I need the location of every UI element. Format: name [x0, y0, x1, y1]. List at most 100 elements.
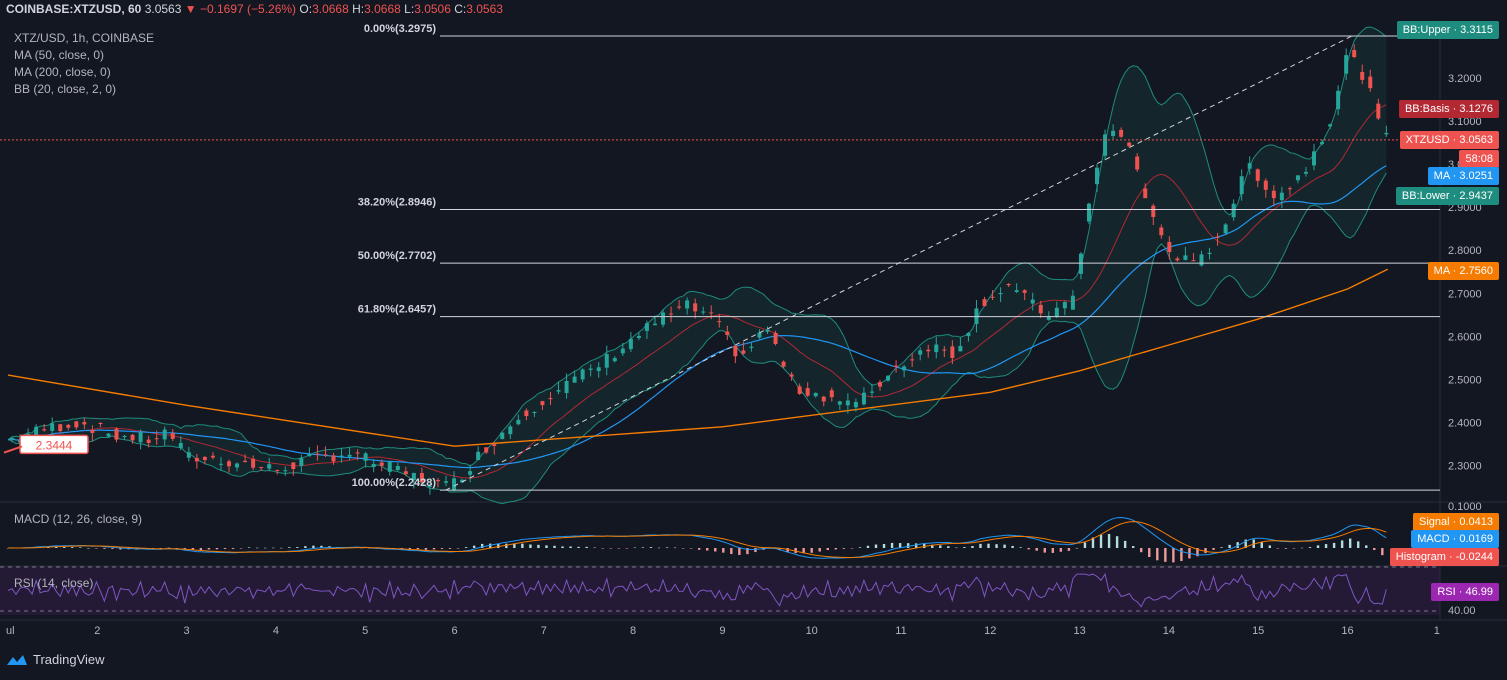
- time-axis-tick: 8: [630, 625, 636, 637]
- candle-body: [524, 410, 529, 417]
- macd-histogram-bar: [955, 547, 958, 549]
- rsi-legend[interactable]: RSI (14, close): [14, 576, 93, 590]
- candle-body: [1295, 175, 1300, 181]
- macd-histogram-bar: [826, 548, 829, 551]
- macd-histogram-bar: [231, 548, 235, 549]
- candle-body: [138, 432, 143, 443]
- macd-histogram-bar: [223, 548, 227, 549]
- macd-histogram-bar: [818, 548, 821, 552]
- symbol-header: COINBASE:XTZUSD, 60 3.0563 ▼ −0.1697 (−5…: [0, 0, 1507, 20]
- time-axis-tick: 12: [984, 625, 996, 637]
- histogram-tag: Histogram · -0.0244: [1389, 548, 1499, 566]
- macd-histogram-bar: [1156, 548, 1159, 561]
- macd-histogram-bar: [312, 545, 315, 548]
- candle-body: [781, 361, 786, 367]
- macd-histogram-bar: [995, 544, 998, 548]
- candle-body: [1303, 171, 1308, 174]
- macd-histogram-bar: [842, 548, 846, 549]
- candle-body: [652, 323, 657, 326]
- candle-body: [275, 469, 280, 471]
- macd-histogram-bar: [1011, 545, 1014, 548]
- macd-histogram-bar: [617, 548, 621, 549]
- macd-histogram-bar: [1308, 547, 1312, 548]
- candle-body: [1247, 163, 1252, 169]
- macd-histogram-bar: [263, 547, 267, 549]
- macd-histogram-bar: [537, 544, 540, 548]
- candle-body: [797, 386, 802, 394]
- macd-histogram-bar: [633, 547, 637, 549]
- fib-level-label: 61.80%(2.6457): [358, 304, 437, 316]
- candle-body: [1255, 169, 1260, 181]
- macd-histogram-bar: [79, 547, 82, 548]
- candle-body: [1344, 55, 1349, 74]
- macd-histogram-bar: [649, 547, 653, 548]
- price-axis-tick: 3.2000: [1448, 73, 1482, 85]
- macd-histogram-bar: [866, 545, 870, 548]
- candle-body: [1320, 142, 1325, 144]
- macd-histogram-bar: [255, 547, 259, 549]
- candle-body: [1127, 142, 1132, 147]
- macd-histogram-bar: [1099, 534, 1103, 548]
- macd-histogram-bar: [810, 548, 813, 553]
- fib-level-label: 0.00%(3.2975): [364, 23, 436, 35]
- candle-body: [717, 321, 722, 323]
- down-arrow-icon: ▼: [184, 2, 197, 16]
- candle-body: [331, 455, 336, 462]
- macd-histogram-bar: [947, 546, 950, 548]
- macd-histogram-bar: [529, 544, 532, 548]
- candle-body: [1078, 253, 1083, 274]
- macd-axis-tick: 0.1000: [1448, 501, 1482, 513]
- candle-body: [1223, 224, 1228, 234]
- candle-body: [757, 332, 762, 338]
- tradingview-logo[interactable]: TradingView: [6, 652, 105, 667]
- candle-body: [283, 470, 288, 472]
- high-label: H:: [352, 2, 365, 16]
- macd-histogram-bar: [689, 548, 693, 549]
- candle-body: [540, 401, 545, 406]
- price-chart[interactable]: 0.00%(3.2975) 38.20%(2.8946) 50.00%(2.7702…: [0, 0, 1507, 680]
- time-axis-tick: 4: [273, 625, 279, 637]
- candle-body: [379, 462, 384, 466]
- candle-body: [1006, 283, 1011, 286]
- macd-histogram-bar: [697, 548, 701, 550]
- rsi-axis-tick: 40.00: [1448, 605, 1476, 617]
- candle-body: [532, 412, 537, 414]
- legend-ma50[interactable]: MA (50, close, 0): [14, 47, 154, 64]
- branding-text: TradingView: [33, 652, 105, 667]
- candle-body: [1014, 290, 1019, 292]
- candle-body: [50, 423, 55, 431]
- candle-body: [1086, 203, 1091, 222]
- candle-body: [194, 457, 199, 462]
- candle-body: [661, 312, 666, 325]
- candle-body: [154, 438, 159, 440]
- candle-body: [1175, 258, 1180, 261]
- candle-body: [243, 460, 248, 463]
- macd-histogram-bar: [1140, 548, 1143, 553]
- time-axis-tick: 16: [1341, 625, 1353, 637]
- macd-histogram-bar: [577, 546, 580, 548]
- macd-histogram-bar: [1075, 547, 1079, 549]
- candle-body: [58, 424, 63, 432]
- price-axis-tick: 2.3000: [1448, 461, 1482, 473]
- macd-legend[interactable]: MACD (12, 26, close, 9): [14, 512, 142, 526]
- macd-histogram-bar: [882, 543, 886, 548]
- macd-histogram-bar: [1300, 547, 1304, 549]
- candle-body: [805, 388, 810, 396]
- macd-histogram-bar: [665, 547, 669, 548]
- macd-histogram-bar: [850, 548, 854, 549]
- macd-histogram-bar: [272, 547, 275, 549]
- candle-body: [685, 300, 690, 309]
- low-label: L:: [404, 2, 415, 16]
- macd-histogram-bar: [609, 548, 612, 549]
- candle-body: [950, 346, 955, 358]
- ma-fast-tag: MA · 3.0251: [1427, 167, 1499, 185]
- legend-ma200[interactable]: MA (200, close, 0): [14, 64, 154, 81]
- macd-histogram-bar: [706, 548, 709, 551]
- candle-body: [508, 426, 513, 435]
- legend-bb[interactable]: BB (20, close, 2, 0): [14, 81, 154, 98]
- candle-body: [934, 344, 939, 353]
- macd-tag: MACD · 0.0169: [1411, 530, 1499, 548]
- tradingview-icon: [7, 654, 27, 665]
- candle-body: [1119, 129, 1124, 137]
- legend-pair[interactable]: XTZ/USD, 1h, COINBASE: [14, 30, 154, 47]
